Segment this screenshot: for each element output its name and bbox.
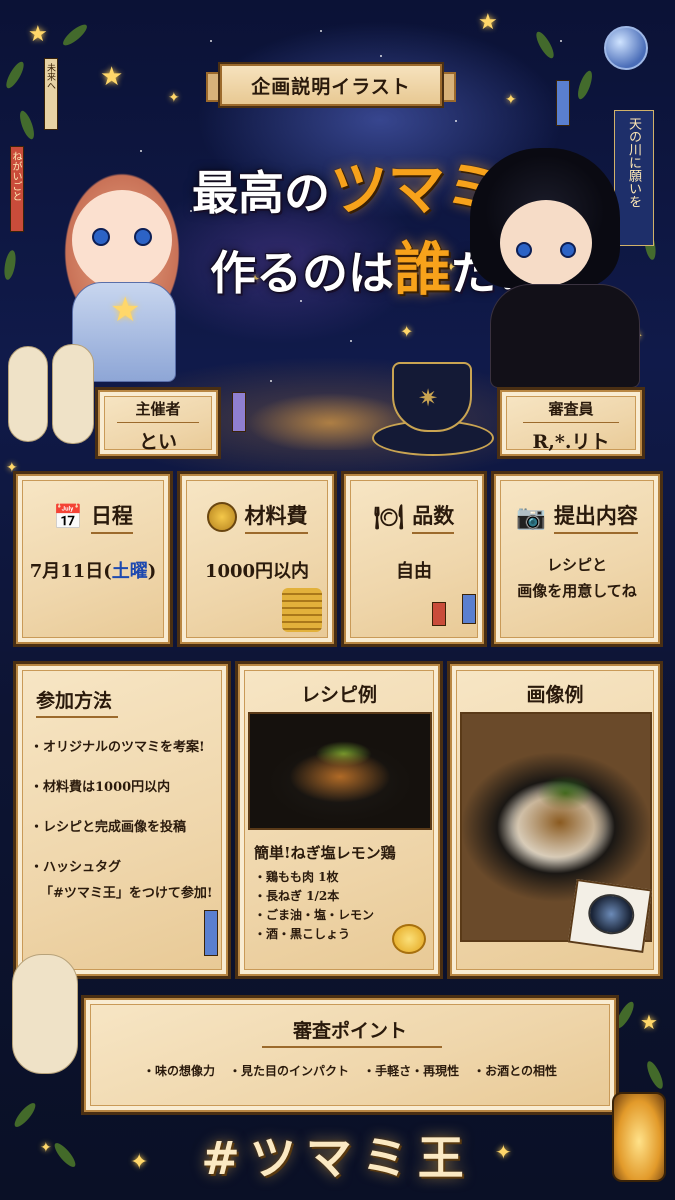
tanzaku-tag <box>432 602 446 626</box>
plate-cutlery-icon: 🍽 <box>373 503 405 531</box>
submit-line: レシピと <box>546 556 607 574</box>
submit-header: 📷 提出内容 <box>496 500 658 534</box>
lemon-icon <box>392 924 426 954</box>
submit-line: 画像を用意してね <box>517 582 637 600</box>
schedule-card: 📅 日程 7月11日(土曜) <box>16 474 170 644</box>
schedule-paren: ) <box>147 561 157 582</box>
list-item: ・酒・黒こしょう <box>254 927 351 941</box>
tanzaku-tag <box>556 80 570 126</box>
cost-header: 材料費 <box>182 500 332 534</box>
title-text: 作るのは <box>210 246 394 300</box>
tanzaku-tag: 未来へ <box>44 58 58 130</box>
recipe-card: レシピ例 簡単!ねぎ塩レモン鶏 ・鶏もも肉 1枚 ・長ねぎ 1/2本 ・ごま油・… <box>238 664 440 976</box>
list-item: ・ハッシュタグ <box>30 860 122 875</box>
list-item: ・オリジナルのツマミを考案! <box>30 740 205 755</box>
count-label: 品数 <box>412 500 455 534</box>
image-example-card: 画像例 <box>450 664 660 976</box>
count-header: 🍽 品数 <box>346 500 482 534</box>
judge-card: 審査員 R,*.リト <box>500 390 642 456</box>
tanzaku-tag <box>232 392 246 432</box>
banner-text: 企画説明イラスト <box>251 75 411 98</box>
count-card: 🍽 品数 自由 <box>344 474 484 644</box>
schedule-label: 日程 <box>90 500 133 534</box>
count-value: 自由 <box>396 561 432 582</box>
schedule-value: 7月11日(土曜) <box>18 558 168 586</box>
coin-stack-icon <box>282 588 322 632</box>
schedule-weekday: 土曜 <box>111 561 148 582</box>
tanzaku-tag <box>204 910 218 956</box>
divider <box>522 422 620 423</box>
image-example-title: 画像例 <box>526 684 584 706</box>
recipe-dish: 簡単!ねぎ塩レモン鶏 <box>254 844 396 862</box>
title-text: 最高の <box>192 166 330 220</box>
divider <box>262 1046 442 1048</box>
star-icon: ★ <box>100 62 124 92</box>
recipe-title: レシピ例 <box>300 684 377 706</box>
ingredient-list: ・鶏もも肉 1枚 ・長ねぎ 1/2本 ・ごま油・塩・レモン ・酒・黒こしょう <box>254 868 374 944</box>
review-point: ・手軽さ・再現性 <box>363 1064 460 1078</box>
tanzaku-tag: ねがいごと <box>10 146 24 232</box>
review-point: ・見た目のインパクト <box>229 1064 350 1078</box>
submit-value: レシピと 画像を用意してね <box>496 552 658 604</box>
wind-chime-icon <box>604 26 648 70</box>
list-item: 「#ツマミ王」をつけて参加! <box>40 886 213 901</box>
review-point: ・お酒との相性 <box>473 1064 557 1078</box>
tanzaku-tag: 天の川に願いを <box>614 110 654 246</box>
judge-name: R,*.リト <box>532 431 610 453</box>
recipe-photo <box>248 712 432 830</box>
hashtag-title: #ツマミ王 <box>201 1131 474 1185</box>
organizer-name: とい <box>138 431 177 453</box>
cost-value: 1000円以内 <box>204 561 310 582</box>
star-icon: ✦ <box>400 322 414 341</box>
title-accent: 誰 <box>394 235 452 303</box>
cost-label: 材料費 <box>244 500 308 534</box>
cost-card: 材料費 1000円以内 <box>180 474 334 644</box>
star-icon: ★ <box>28 22 48 47</box>
how-to-list: ・オリジナルのツマミを考案! ・材料費は1000円以内 ・レシピと完成画像を投稿… <box>30 738 224 924</box>
coin-icon <box>206 502 237 532</box>
camera-icon: 📷 <box>516 503 546 531</box>
list-item: ・鶏もも肉 1枚 <box>254 870 339 884</box>
list-item: ・ごま油・塩・レモン <box>254 908 375 922</box>
review-list: ・味の想像力 ・見た目のインパクト ・手軽さ・再現性 ・お酒との相性 <box>86 1062 614 1079</box>
how-to-card: 参加方法 ・オリジナルのツマミを考案! ・材料費は1000円以内 ・レシピと完成… <box>16 664 228 976</box>
list-item: ・レシピと完成画像を投稿 <box>30 820 187 835</box>
list-item: ・材料費は1000円以内 <box>30 780 171 795</box>
star-icon: ✦ <box>168 90 180 106</box>
header-banner: 企画説明イラスト <box>206 64 456 106</box>
tanzaku-tag <box>462 594 476 624</box>
star-icon: ✦ <box>505 92 517 108</box>
calendar-icon: 📅 <box>53 503 83 531</box>
how-to-title: 参加方法 <box>36 686 119 718</box>
divider <box>117 422 199 423</box>
schedule-date: 7月11日( <box>29 561 112 582</box>
review-card: 審査ポイント ・味の想像力 ・見た目のインパクト ・手軽さ・再現性 ・お酒との相… <box>84 998 616 1112</box>
polaroid-camera-icon <box>567 879 653 953</box>
star-icon: ★ <box>640 1010 658 1034</box>
review-title: 審査ポイント <box>292 1020 407 1042</box>
star-icon: ★ <box>478 10 498 35</box>
judge-role: 審査員 <box>548 400 594 418</box>
organizer-card: 主催者 とい <box>98 390 218 456</box>
submit-card: 📷 提出内容 レシピと 画像を用意してね <box>494 474 660 644</box>
review-point: ・味の想像力 <box>143 1064 216 1078</box>
organizer-role: 主催者 <box>135 400 181 418</box>
submit-label: 提出内容 <box>553 500 638 534</box>
schedule-header: 📅 日程 <box>18 500 168 534</box>
list-item: ・長ねぎ 1/2本 <box>254 889 340 903</box>
